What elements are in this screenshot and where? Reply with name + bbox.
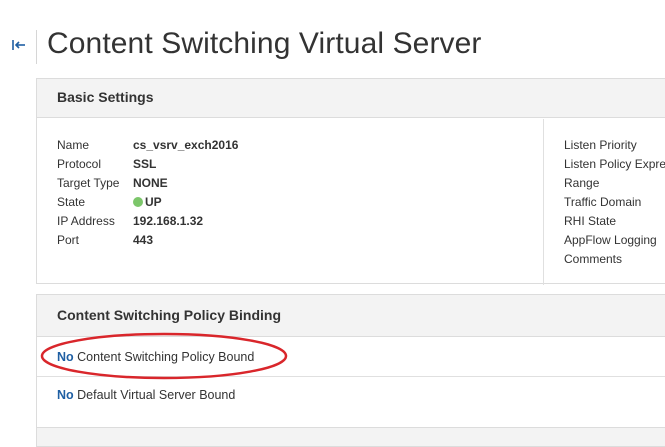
right-field-label: Listen Priority: [564, 138, 637, 152]
page-title: Content Switching Virtual Server: [47, 27, 482, 60]
field-value: NONE: [133, 176, 168, 190]
field-label: Protocol: [57, 157, 102, 171]
cs-policy-binding-row: No Content Switching Policy Bound: [37, 338, 665, 376]
basic-settings-panel: Basic Settings Name cs_vsrv_exch2016 Pro…: [36, 78, 665, 285]
state-text: UP: [145, 195, 162, 209]
field-value: 192.168.1.32: [133, 214, 204, 228]
right-field-label: AppFlow Logging: [564, 233, 657, 247]
right-field-label: Range: [564, 176, 600, 190]
state-value: UP: [133, 195, 162, 209]
next-panel-header: [36, 427, 665, 447]
default-vserver-binding-link[interactable]: No: [57, 388, 74, 402]
field-label: Target Type: [57, 176, 120, 190]
field-row-state: State UP: [37, 195, 337, 214]
default-vserver-binding-text: Default Virtual Server Bound: [73, 388, 236, 402]
field-row-protocol: Protocol SSL: [37, 157, 337, 176]
right-field-label: Comments: [564, 252, 623, 266]
back-arrow-icon: [12, 40, 25, 50]
field-row-target-type: Target Type NONE: [37, 176, 337, 195]
basic-settings-heading[interactable]: Basic Settings: [37, 79, 665, 118]
field-value: SSL: [133, 157, 157, 171]
status-dot-icon: [133, 197, 143, 207]
right-field-label: Traffic Domain: [564, 195, 642, 209]
field-label: Port: [57, 233, 80, 247]
cs-policy-binding-text: Content Switching Policy Bound: [73, 350, 255, 364]
right-field-label: Listen Policy Express: [564, 157, 665, 171]
policy-binding-panel: Content Switching Policy Binding No Cont…: [36, 294, 665, 429]
field-value: cs_vsrv_exch2016: [133, 138, 239, 152]
right-field-label: RHI State: [564, 214, 617, 228]
field-row-port: Port 443: [37, 233, 337, 252]
field-label: IP Address: [57, 214, 115, 228]
cs-policy-binding-link[interactable]: No: [57, 350, 74, 364]
field-row-name: Name cs_vsrv_exch2016: [37, 138, 337, 157]
policy-binding-heading[interactable]: Content Switching Policy Binding: [37, 295, 665, 337]
field-label: Name: [57, 138, 90, 152]
back-button[interactable]: [10, 37, 28, 53]
field-value: 443: [133, 233, 154, 247]
field-label: State: [57, 195, 86, 209]
field-row-ip-address: IP Address 192.168.1.32: [37, 214, 337, 233]
default-vserver-binding-row: No Default Virtual Server Bound: [37, 376, 665, 414]
column-divider: [543, 119, 544, 285]
title-divider: [36, 30, 37, 64]
